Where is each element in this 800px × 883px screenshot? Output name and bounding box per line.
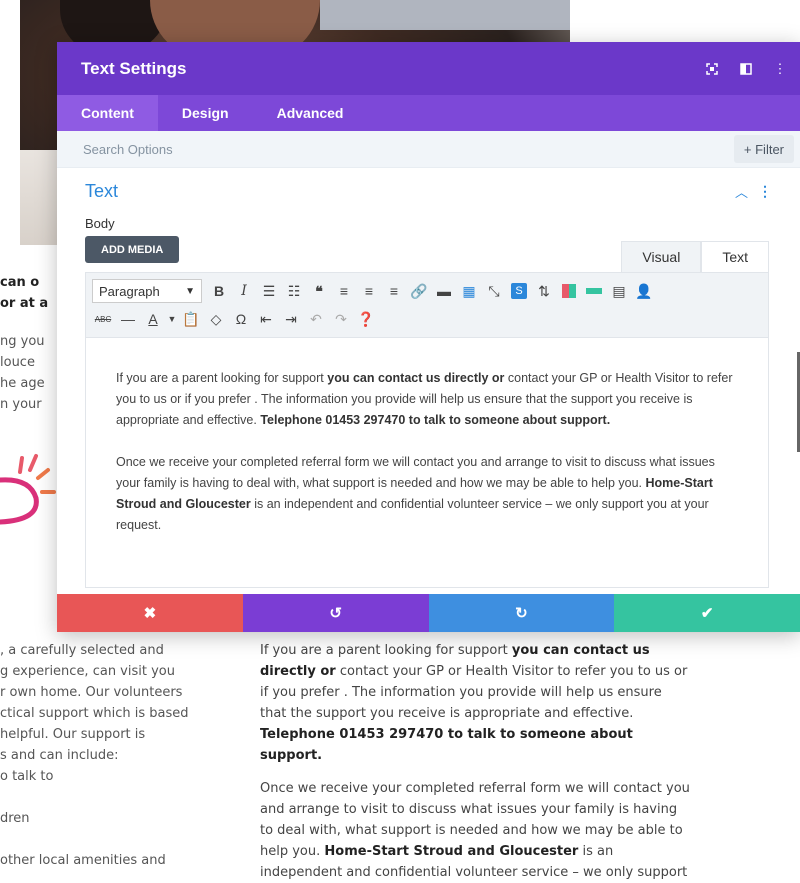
editor-toolbar: Paragraph ▼ B I ☰ ☷ ❝ ≡ ≡ ≡ 🔗 ▬ ▦ ⤡ S ⇅ … (85, 272, 769, 338)
redo-button[interactable]: ↻ (428, 594, 615, 632)
editor-mode-tabs: Visual Text (621, 241, 769, 272)
caret-down-icon[interactable]: ▼ (167, 307, 177, 331)
modal-title: Text Settings (81, 58, 187, 78)
indent-icon[interactable]: ⇥ (280, 307, 302, 331)
bg-line: ng you (0, 334, 45, 349)
text-section-header[interactable]: Text ︿ ⋮ (57, 168, 800, 214)
bg-line: n your (0, 397, 42, 412)
discard-button[interactable]: ✖ (57, 594, 243, 632)
bg-line: helpful. Our support is (0, 727, 146, 742)
more-vertical-icon[interactable]: ⋮ (766, 55, 794, 83)
sun-logo-icon (0, 454, 56, 525)
bg-paragraph: If you are a parent looking for support … (260, 643, 688, 763)
chevron-up-icon[interactable]: ︿ (735, 182, 748, 201)
bg-line: ctical support which is based (0, 706, 189, 721)
eraser-icon[interactable]: ◇ (205, 307, 227, 331)
tab-content[interactable]: Content (57, 95, 158, 131)
bg-left-body: , a carefully selected and g experience,… (0, 640, 250, 871)
palette-icon[interactable] (558, 279, 580, 303)
section-more-icon[interactable]: ⋮ (758, 183, 772, 200)
check-icon: ✔ (700, 605, 714, 622)
section-title: Text (85, 180, 119, 201)
blockquote-icon[interactable]: ❝ (308, 279, 330, 303)
undo-icon: ↺ (329, 605, 342, 622)
hr-icon[interactable]: — (117, 307, 139, 331)
search-row: + Filter (57, 131, 800, 168)
caret-down-icon: ▼ (185, 285, 195, 297)
text-settings-modal: Text Settings ⋮ Content Design Advanced … (57, 42, 800, 632)
strikethrough-icon[interactable]: ABC (92, 307, 114, 331)
modal-header: Text Settings ⋮ (57, 42, 800, 95)
toolbar-row-2: ABC — A ▼ 📋 ◇ Ω ⇤ ⇥ ↶ ↷ ❓ (92, 305, 762, 333)
split-view-icon[interactable] (732, 55, 760, 83)
table-icon[interactable]: ▤ (608, 279, 630, 303)
expand-icon[interactable] (698, 55, 726, 83)
plugin-s-icon[interactable]: S (508, 279, 530, 303)
align-left-icon[interactable]: ≡ (333, 279, 355, 303)
horizontal-rule-icon[interactable]: ▬ (433, 279, 455, 303)
upload-icon[interactable]: ⇅ (533, 279, 555, 303)
bg-left-heading: can o or at a (0, 272, 57, 314)
bg-line (0, 787, 250, 808)
numbered-list-icon[interactable]: ☷ (283, 279, 305, 303)
editor-paragraph: If you are a parent looking for support … (116, 371, 733, 427)
bg-right-body: If you are a parent looking for support … (260, 640, 690, 883)
bg-line: he age (0, 376, 45, 391)
format-select[interactable]: Paragraph ▼ (92, 279, 202, 303)
editor-top: ADD MEDIA Visual Text (57, 236, 800, 272)
modal-action-bar: ✖ ↺ ↻ ✔ (57, 594, 800, 632)
redo-icon[interactable]: ↷ (330, 307, 352, 331)
bg-line: s and can include: (0, 748, 119, 763)
tab-design[interactable]: Design (158, 95, 253, 131)
close-icon: ✖ (143, 605, 157, 622)
search-options-input[interactable] (83, 141, 734, 157)
tab-visual[interactable]: Visual (621, 241, 702, 272)
align-center-icon[interactable]: ≡ (358, 279, 380, 303)
align-right-icon[interactable]: ≡ (383, 279, 405, 303)
bold-icon[interactable]: B (208, 279, 230, 303)
toolbar-row-1: Paragraph ▼ B I ☰ ☷ ❝ ≡ ≡ ≡ 🔗 ▬ ▦ ⤡ S ⇅ … (92, 277, 762, 305)
tab-advanced[interactable]: Advanced (253, 95, 368, 131)
bg-line: other local amenities and (0, 853, 166, 868)
filter-button[interactable]: + Filter (733, 135, 794, 163)
undo-button[interactable]: ↺ (242, 594, 429, 632)
add-media-button[interactable]: ADD MEDIA (85, 236, 180, 263)
bg-line: dren (0, 811, 30, 826)
highlight-icon[interactable] (583, 279, 605, 303)
bg-line: o talk to (0, 769, 54, 784)
bg-line: can o (0, 275, 40, 290)
text-color-icon[interactable]: A (142, 307, 164, 331)
outdent-icon[interactable]: ⇤ (255, 307, 277, 331)
redo-icon: ↻ (515, 605, 528, 622)
bg-line: r own home. Our volunteers (0, 685, 183, 700)
save-button[interactable]: ✔ (614, 594, 800, 632)
editor-paragraph: Once we receive your completed referral … (116, 455, 715, 532)
italic-icon[interactable]: I (233, 279, 255, 303)
bullet-list-icon[interactable]: ☰ (258, 279, 280, 303)
format-select-value: Paragraph (99, 283, 160, 299)
user-icon[interactable]: 👤 (633, 279, 655, 303)
paste-icon[interactable]: 📋 (180, 307, 202, 331)
body-label: Body (85, 216, 115, 231)
editor-content[interactable]: If you are a parent looking for support … (85, 338, 769, 588)
bg-line (0, 829, 250, 850)
bg-left-intro: ng you louce he age n your (0, 331, 57, 415)
bg-line: louce (0, 355, 35, 370)
link-icon[interactable]: 🔗 (408, 279, 430, 303)
bg-paragraph: Once we receive your completed referral … (260, 781, 690, 880)
help-icon[interactable]: ❓ (355, 307, 377, 331)
modal-tabs: Content Design Advanced (57, 95, 800, 131)
photo-shirt (320, 0, 570, 30)
undo-icon[interactable]: ↶ (305, 307, 327, 331)
bg-line: g experience, can visit you (0, 664, 175, 679)
tab-text[interactable]: Text (701, 241, 769, 272)
bg-line: or at a (0, 296, 49, 311)
keyboard-icon[interactable]: ▦ (458, 279, 480, 303)
omega-icon[interactable]: Ω (230, 307, 252, 331)
bg-line: , a carefully selected and (0, 643, 164, 658)
fullscreen-icon[interactable]: ⤡ (483, 279, 505, 303)
